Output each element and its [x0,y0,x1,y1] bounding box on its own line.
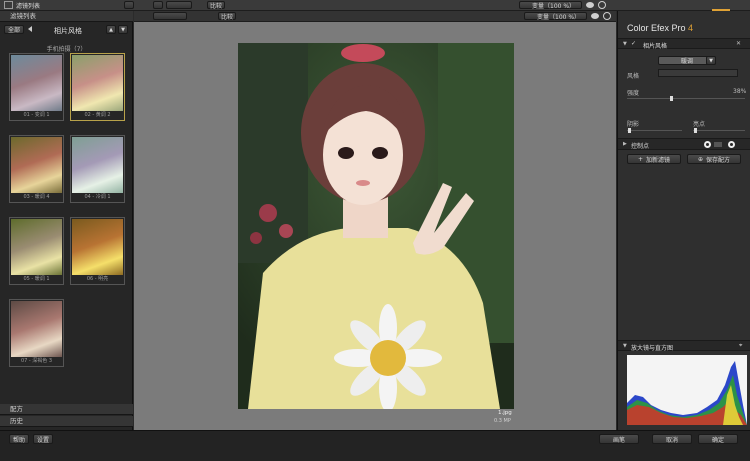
cancel-button[interactable]: 取消 [652,434,692,444]
style-swatch[interactable] [658,69,738,77]
file-size: 0.3 MP [494,418,511,424]
control-points-label: 控制点 [631,143,650,150]
recipe-icon: ⊕ [697,155,703,163]
remove-control-point-icon[interactable] [728,141,735,148]
histogram [627,355,747,425]
tab-history[interactable]: 历史 [0,416,133,427]
preset-label: 04 - 冷调 1 [84,194,111,200]
expand-icon[interactable]: ▶ [623,141,627,147]
zoom-icon[interactable] [598,1,606,9]
settings-button[interactable]: 设置 [33,434,53,444]
add-filter-button[interactable]: + 加新滤镜 [627,154,681,164]
collapse-icon[interactable]: ▼ [623,343,627,349]
shadow-slider[interactable] [627,130,682,131]
preset-thumbnail[interactable]: 07 - 深褐色 3 [9,299,64,367]
tab-recipe[interactable]: 配方 [0,404,133,415]
preset-thumbnail[interactable]: 01 - 变调 1 [9,53,64,121]
filter-browser-panel: 滤镜列表 全部 相片风格 ▲ ▼ 手机拍摄（7） 01 - 变调 1 02 - … [0,11,133,430]
photo-preview[interactable] [238,43,514,409]
shadow-label: 阴影 [627,121,640,128]
histogram-label: 放大镜与直方图 [631,345,674,352]
ok-button[interactable]: 确定 [698,434,738,444]
filter-name: 相片风格 [643,43,668,50]
app-name: Color Efex Pro [627,23,686,33]
tab-recipe-label: 配方 [10,405,23,413]
strength-slider-thumb[interactable] [670,96,673,101]
filter-list-label: 滤镜列表 [16,3,41,10]
top-toolbar: 滤镜列表 比较 变量（100 %） [0,0,750,21]
all-filters-button[interactable]: 全部 [4,25,24,34]
save-recipe-label: 保存配方 [706,156,731,164]
tab-filter-list[interactable]: 滤镜列表 [0,11,133,22]
secondary-toolbar: 比较 变量（100 %） [134,11,616,22]
preset-thumbnail[interactable]: 05 - 暖调 1 [9,217,64,285]
zoom-value: 变量（100 %） [532,2,576,10]
style-label: 风格 [627,73,640,80]
strength-label: 强度 [627,90,640,97]
collapse-icon[interactable]: ▼ [623,41,627,47]
preset-label: 03 - 暖调 4 [23,194,50,200]
tab-filter-list-label: 滤镜列表 [10,12,36,20]
file-name: 1.jpg [498,410,512,416]
zoom-select-top[interactable]: 变量（100 %） [519,1,582,10]
strength-slider[interactable] [627,98,745,99]
style-select-value: 暖调 [680,58,693,65]
portrait-image [238,43,514,409]
pin-icon[interactable]: ⌖ [739,342,742,350]
bottom-bar: 帮助 设置 画笔 取消 确定 [0,430,750,461]
single-view-button[interactable] [153,1,163,9]
browser-toggle-button[interactable] [124,1,134,9]
compare-button[interactable]: 比较 [207,1,225,10]
back-icon[interactable] [28,26,32,32]
preset-label: 02 - 黄调 2 [84,112,111,118]
eye-icon-2[interactable] [591,13,599,19]
preset-label: 05 - 暖调 1 [23,276,50,282]
control-point-menu-icon[interactable] [714,142,722,147]
preset-thumbnail[interactable]: 04 - 冷调 1 [70,135,125,203]
control-panel: Color Efex Pro 4 ▼ ✓ 相片风格 ✕ 暖调 ▼ 风格 强度 3… [617,11,750,430]
app-title: Color Efex Pro 4 [627,23,693,33]
scroll-up-button[interactable]: ▲ [106,25,116,34]
zoom-select[interactable]: 变量（100 %） [524,12,587,21]
plus-icon: + [637,155,643,163]
preset-label: 01 - 变调 1 [23,112,50,118]
tab-history-label: 历史 [10,417,23,425]
app-version: 4 [688,23,694,33]
style-dropdown-arrow[interactable]: ▼ [706,56,716,65]
view-mode-button[interactable] [153,12,187,20]
brush-button[interactable]: 画笔 [599,434,639,444]
add-filter-label: 加新滤镜 [646,156,671,164]
strength-value: 38% [733,88,747,95]
filter-list-icon[interactable] [4,1,13,9]
split-view-button[interactable] [166,1,192,9]
preset-thumbnail[interactable]: 06 - 明亮 [70,217,125,285]
add-control-point-icon[interactable] [704,141,711,148]
filter-section-header[interactable]: ▼ ✓ 相片风格 ✕ [618,38,750,50]
preset-label: 07 - 深褐色 3 [20,358,53,364]
histogram-header[interactable]: ▼ 放大镜与直方图 ⌖ [618,340,750,352]
highlight-slider-thumb[interactable] [694,128,697,133]
help-button[interactable]: 帮助 [9,434,29,444]
group-title: 手机拍摄（7） [46,46,87,53]
filter-menu-icon[interactable]: ✕ [736,40,741,47]
preset-thumbnail[interactable]: 02 - 黄调 2 [70,53,125,121]
save-recipe-button[interactable]: ⊕ 保存配方 [687,154,741,164]
scroll-down-button[interactable]: ▼ [118,25,128,34]
histogram-graph [627,361,747,425]
highlight-label: 亮点 [693,121,706,128]
compare-button-2[interactable]: 比较 [218,12,236,21]
preset-label: 06 - 明亮 [86,276,109,282]
highlight-slider[interactable] [693,130,745,131]
eye-icon[interactable] [586,2,594,8]
preset-thumbnail[interactable]: 03 - 暖调 4 [9,135,64,203]
filter-enabled-check-icon[interactable]: ✓ [631,40,636,47]
zoom-icon-2[interactable] [603,12,611,20]
zoom-value-2: 变量（100 %） [537,13,581,21]
shadow-slider-thumb[interactable] [628,128,631,133]
control-points-row[interactable]: ▶ 控制点 [618,138,750,150]
category-title: 相片风格 [54,27,82,35]
